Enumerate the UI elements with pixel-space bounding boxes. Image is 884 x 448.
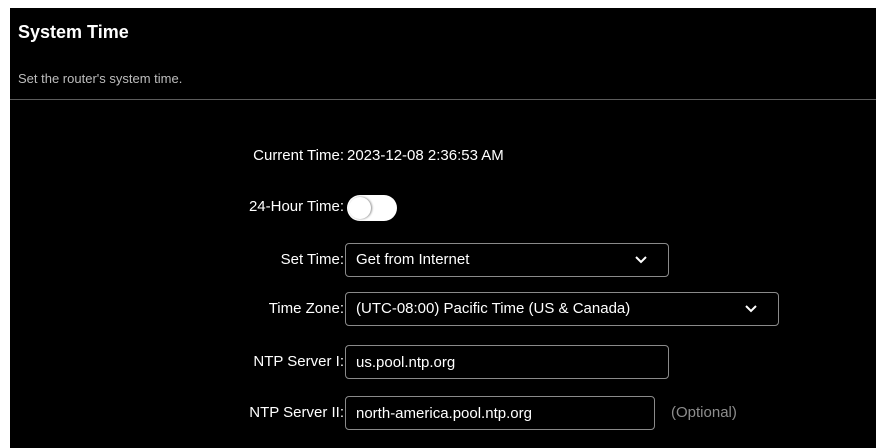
time-zone-selected-value: (UTC-08:00) Pacific Time (US & Canada) (356, 300, 631, 317)
optional-hint: (Optional) (671, 404, 737, 421)
time-zone-select[interactable]: (UTC-08:00) Pacific Time (US & Canada) (345, 292, 779, 326)
toggle-knob (349, 197, 371, 219)
set-time-selected-value: Get from Internet (356, 251, 470, 268)
current-time-label: Current Time: (253, 147, 344, 164)
hour24-toggle[interactable] (347, 195, 397, 221)
ntp-server-1-input[interactable] (345, 345, 669, 379)
time-zone-label: Time Zone: (268, 300, 344, 317)
set-time-label: Set Time: (280, 251, 344, 268)
ntp-server-1-label: NTP Server I: (253, 353, 344, 370)
chevron-down-icon (635, 256, 647, 264)
set-time-row: Set Time: Get from Internet (10, 243, 876, 277)
header-divider (10, 99, 876, 100)
hour24-row: 24-Hour Time: (10, 190, 876, 224)
ntp-server-2-label: NTP Server II: (249, 404, 344, 421)
ntp-server-2-input[interactable] (345, 396, 655, 430)
hour24-label: 24-Hour Time: (248, 198, 344, 215)
chevron-down-icon (745, 305, 757, 313)
set-time-select[interactable]: Get from Internet (345, 243, 669, 277)
ntp-server-1-row: NTP Server I: (10, 345, 876, 379)
system-time-panel: System Time Set the router's system time… (10, 8, 876, 448)
page-subtitle: Set the router's system time. (18, 71, 183, 86)
current-time-value: 2023-12-08 2:36:53 AM (347, 147, 504, 164)
time-zone-row: Time Zone: (UTC-08:00) Pacific Time (US … (10, 292, 876, 326)
page-title: System Time (18, 22, 129, 42)
current-time-row: Current Time: 2023-12-08 2:36:53 AM (10, 139, 876, 173)
ntp-server-2-row: NTP Server II: (Optional) (10, 396, 876, 430)
